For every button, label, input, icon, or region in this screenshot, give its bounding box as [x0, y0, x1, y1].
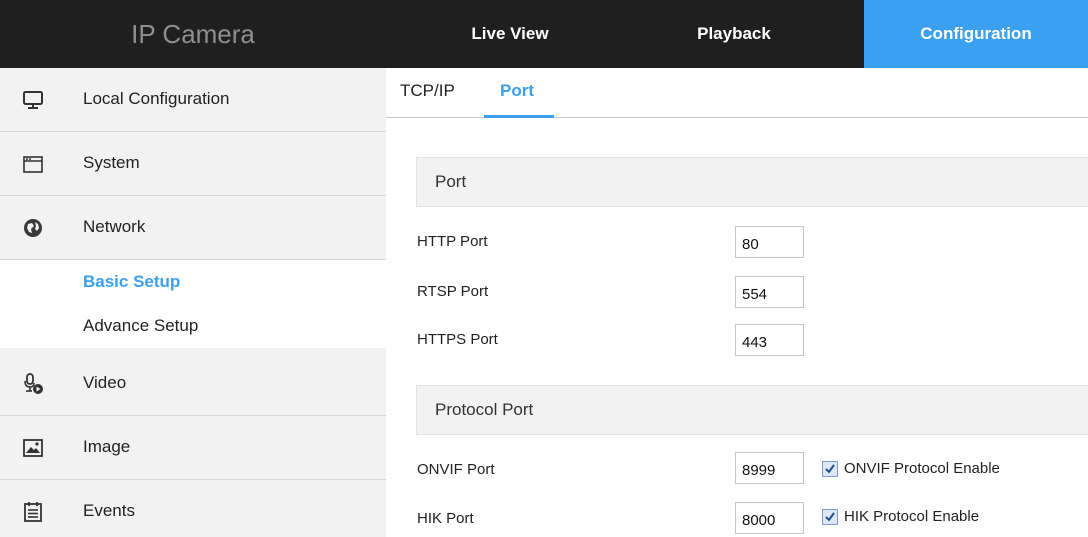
sidebar: Local Configuration System Network Basic… — [0, 68, 386, 537]
onvif-protocol-enable-label: ONVIF Protocol Enable — [844, 460, 1000, 477]
nav-live-view[interactable]: Live View — [432, 0, 588, 68]
sidebar-subitem-label: Basic Setup — [83, 272, 181, 291]
sidebar-item-events[interactable]: Events — [0, 480, 386, 537]
sidebar-item-label: Local Configuration — [83, 89, 230, 108]
nav-playback[interactable]: Playback — [664, 0, 804, 68]
hik-protocol-enable-checkbox[interactable] — [822, 509, 838, 525]
window-icon — [22, 153, 44, 175]
globe-icon — [22, 217, 44, 239]
sidebar-item-system[interactable]: System — [0, 132, 386, 196]
app-title: IP Camera — [131, 19, 255, 49]
sidebar-item-label: Video — [83, 373, 127, 392]
tab-bar: TCP/IP Port — [386, 68, 1088, 118]
sidebar-item-label: System — [83, 153, 140, 172]
hik-port-label: HIK Port — [417, 510, 474, 527]
sidebar-item-label: Events — [83, 501, 135, 520]
sidebar-subitem-basic-setup[interactable]: Basic Setup — [0, 260, 386, 304]
section-header-port: Port — [416, 157, 1088, 207]
http-port-label: HTTP Port — [417, 233, 488, 250]
onvif-protocol-enable-checkbox[interactable] — [822, 461, 838, 477]
hik-port-input[interactable] — [735, 502, 804, 534]
sidebar-item-label: Image — [83, 437, 131, 456]
calendar-icon — [22, 501, 44, 523]
tab-tcp-ip[interactable]: TCP/IP — [400, 68, 472, 118]
image-icon — [22, 437, 44, 459]
sidebar-subitem-label: Advance Setup — [83, 316, 199, 335]
check-icon — [825, 512, 835, 522]
https-port-input[interactable] — [735, 324, 804, 356]
microphone-video-icon — [22, 373, 44, 395]
monitor-icon — [22, 89, 44, 111]
http-port-input[interactable] — [735, 226, 804, 258]
nav-configuration[interactable]: Configuration — [864, 0, 1088, 68]
rtsp-port-label: RTSP Port — [417, 283, 489, 300]
section-header-protocol-port: Protocol Port — [416, 385, 1088, 435]
top-bar: IP Camera Live View Playback Configurati… — [0, 0, 1088, 68]
check-icon — [825, 464, 835, 474]
sidebar-item-network[interactable]: Network — [0, 196, 386, 260]
sidebar-subitem-advance-setup[interactable]: Advance Setup — [0, 304, 386, 348]
onvif-port-input[interactable] — [735, 452, 804, 484]
sidebar-item-local-configuration[interactable]: Local Configuration — [0, 68, 386, 132]
hik-protocol-enable-label: HIK Protocol Enable — [844, 508, 980, 525]
sidebar-item-video[interactable]: Video — [0, 352, 386, 416]
tab-port[interactable]: Port — [484, 68, 554, 118]
rtsp-port-input[interactable] — [735, 276, 804, 308]
sidebar-item-label: Network — [83, 217, 146, 236]
sidebar-item-image[interactable]: Image — [0, 416, 386, 480]
onvif-port-label: ONVIF Port — [417, 461, 495, 478]
https-port-label: HTTPS Port — [417, 331, 498, 348]
